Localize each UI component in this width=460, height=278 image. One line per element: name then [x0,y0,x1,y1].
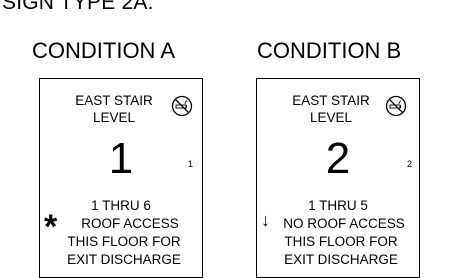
level-number: 1 [108,134,134,183]
sign-line-this-floor: THIS FLOOR FOR [284,234,398,249]
condition-a-label: CONDITION A [32,38,176,63]
sign-condition-b: EAST STAIR LEVEL 2 2 1 THRU 5 ↓ NO ROOF … [256,78,420,278]
sign-line-exit-discharge: EXIT DISCHARGE [67,252,181,267]
sign-line-exit-discharge: EXIT DISCHARGE [284,252,398,267]
small-number: 1 [188,159,194,169]
no-smoking-icon [171,95,193,117]
small-number: 2 [407,159,413,169]
level-number: 2 [325,134,351,183]
no-smoking-icon [385,95,407,117]
sign-line-roof-access: NO ROOF ACCESS [283,216,405,231]
sign-line-floors: 1 THRU 6 [91,198,151,213]
sign-condition-a: EAST STAIR LEVEL 1 1 1 THRU 6 * ROOF ACC… [39,78,203,278]
sign-line-roof-access: ROOF ACCESS [81,216,179,231]
sign-line-floors: 1 THRU 5 [308,198,368,213]
page-title: SIGN TYPE 2A: [2,0,154,14]
condition-b-label: CONDITION B [257,38,402,63]
sign-line-this-floor: THIS FLOOR FOR [67,234,181,249]
